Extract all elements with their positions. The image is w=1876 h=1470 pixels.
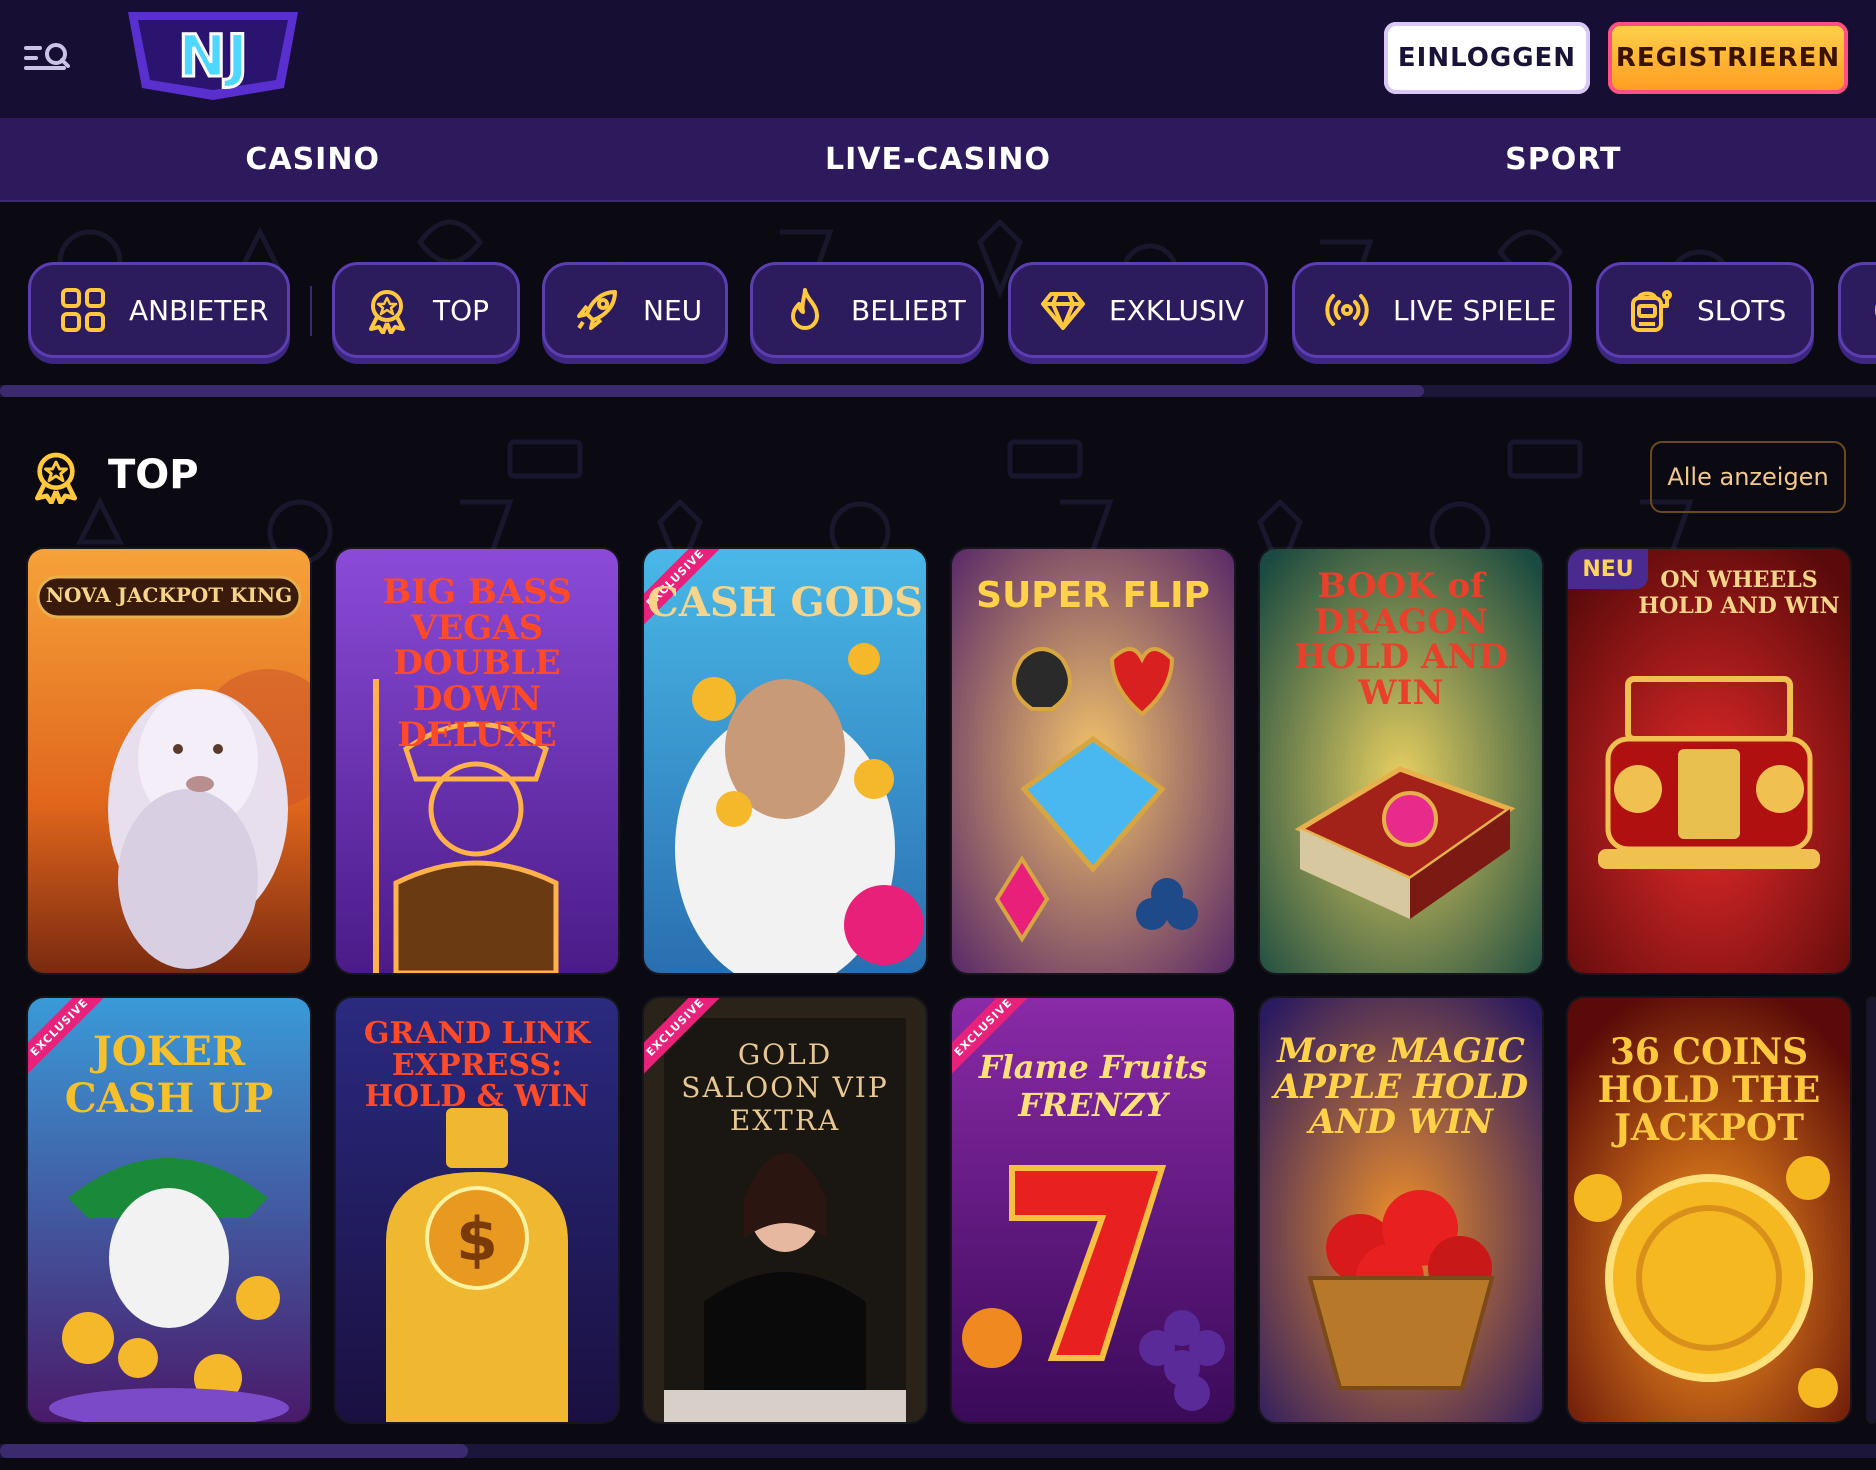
game-title: SUPER FLIP — [976, 575, 1210, 616]
logo-text: NJ — [178, 22, 248, 90]
game-card-partial[interactable] — [1868, 998, 1876, 1422]
game-title: 36 COINS HOLD THE JACKPOT — [1597, 1031, 1821, 1149]
game-title: NOVA JACKPOT KING — [45, 583, 293, 607]
top-header: NJ EINLOGGEN REGISTRIEREN — [0, 0, 1876, 118]
tab-sport[interactable]: SPORT — [1251, 118, 1876, 200]
category-beliebt[interactable]: BELIEBT — [750, 262, 984, 358]
game-card[interactable]: SUPER FLIP — [952, 549, 1234, 973]
register-button[interactable]: REGISTRIEREN — [1608, 22, 1848, 94]
grid-scrollbar-thumb[interactable] — [0, 1444, 468, 1458]
game-card[interactable]: EXCLUSIVE GOLD SALOON VIP EXTRA — [644, 998, 926, 1422]
category-divider — [310, 286, 312, 336]
tab-casino[interactable]: CASINO — [0, 118, 625, 200]
show-all-button[interactable]: Alle anzeigen — [1650, 441, 1846, 513]
section-title: TOP — [108, 452, 199, 498]
grid-icon — [61, 288, 105, 332]
game-title: BOOK of DRAGON HOLD AND WIN — [1294, 566, 1508, 714]
category-label: SLOTS — [1697, 293, 1787, 327]
category-anbieter[interactable]: ANBIETER — [28, 262, 290, 358]
category-more-partial[interactable] — [1838, 262, 1876, 358]
login-button[interactable]: EINLOGGEN — [1384, 22, 1590, 94]
slot-machine-icon — [1631, 290, 1672, 332]
category-bar: ANBIETER TOP NEU BELIEBT EXKLUSIV LIVE S… — [0, 262, 1876, 360]
rocket-icon — [577, 290, 617, 330]
menu-search-icon[interactable] — [24, 40, 70, 76]
game-card[interactable]: EXCLUSIVE Flame Fruits FRENZY — [952, 998, 1234, 1422]
game-card[interactable]: EXCLUSIVE JOKER CASH UP — [28, 998, 310, 1422]
tab-live-casino[interactable]: LIVE-CASINO — [625, 118, 1250, 200]
game-title: GOLD SALOON VIP EXTRA — [681, 1038, 889, 1137]
category-exklusiv[interactable]: EXKLUSIV — [1008, 262, 1268, 358]
game-title: GRAND LINK EXPRESS: HOLD & WIN — [363, 1016, 591, 1114]
category-slots[interactable]: SLOTS — [1596, 262, 1814, 358]
game-title: JOKER CASH UP — [64, 1028, 274, 1122]
site-logo[interactable]: NJ — [124, 10, 302, 102]
category-live-spiele[interactable]: LIVE SPIELE — [1292, 262, 1572, 358]
game-card[interactable]: NOVA JACKPOT KING — [28, 549, 310, 973]
category-label: NEU — [643, 293, 703, 327]
category-label: BELIEBT — [851, 293, 966, 327]
svg-text:$: $ — [456, 1205, 498, 1275]
broadcast-icon — [1325, 294, 1369, 326]
diamond-icon — [1041, 292, 1085, 330]
game-title: More MAGIC APPLE HOLD AND WIN — [1273, 1031, 1529, 1143]
game-card[interactable]: BOOK of DRAGON HOLD AND WIN — [1260, 549, 1542, 973]
game-title: CASH GODS — [646, 579, 924, 626]
category-scrollbar-thumb[interactable] — [0, 385, 1424, 397]
game-card[interactable]: 36 COINS HOLD THE JACKPOT — [1568, 998, 1850, 1422]
game-thumbnail — [28, 549, 310, 973]
game-card[interactable]: EXCLUSIVE CASH GODS — [644, 549, 926, 973]
game-title: ON WHEELS HOLD AND WIN — [1638, 567, 1840, 619]
category-label: TOP — [433, 293, 490, 327]
category-label: LIVE SPIELE — [1393, 293, 1557, 327]
game-title: Flame Fruits FRENZY — [978, 1048, 1208, 1124]
award-icon — [28, 448, 84, 506]
main-navigation: CASINO LIVE-CASINO SPORT — [0, 118, 1876, 202]
coin-icon — [1875, 304, 1876, 316]
category-top[interactable]: TOP — [332, 262, 520, 358]
flame-icon — [791, 288, 819, 330]
game-card[interactable]: $ GRAND LINK EXPRESS: HOLD & WIN — [336, 998, 618, 1422]
game-card[interactable]: More MAGIC APPLE HOLD AND WIN — [1260, 998, 1542, 1422]
category-label: ANBIETER — [129, 293, 269, 327]
category-label: EXKLUSIV — [1109, 293, 1245, 327]
game-card[interactable]: BIG BASS VEGAS DOUBLE DOWN DELUXE — [336, 549, 618, 973]
game-title: BIG BASS VEGAS DOUBLE DOWN DELUXE — [382, 572, 572, 755]
game-card[interactable]: NEU ON WHEELS HOLD AND WIN — [1568, 549, 1850, 973]
category-neu[interactable]: NEU — [542, 262, 728, 358]
award-icon — [369, 290, 405, 334]
